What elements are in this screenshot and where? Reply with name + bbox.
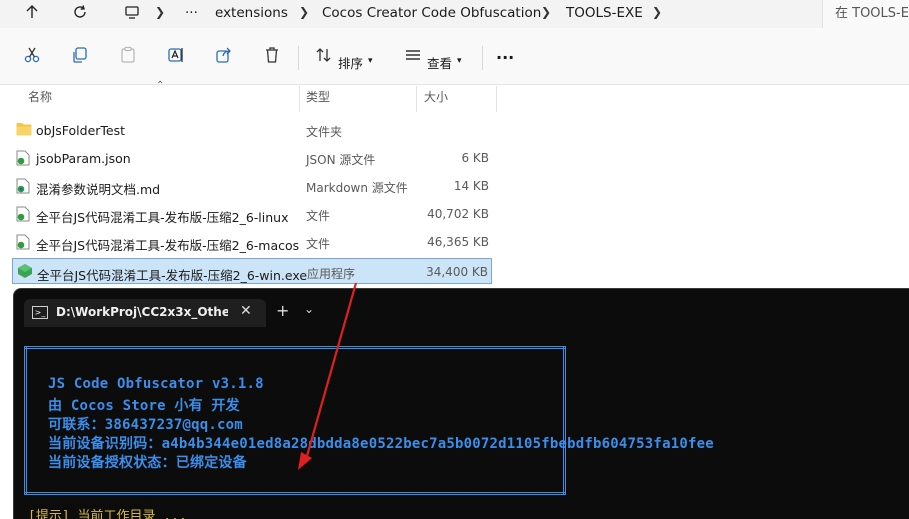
- copy-icon[interactable]: [68, 46, 92, 68]
- new-tab-icon[interactable]: +: [276, 301, 289, 320]
- breadcrumb-extensions[interactable]: extensions: [215, 5, 288, 21]
- file-type: 文件: [306, 209, 331, 223]
- file-name: 混淆参数说明文档.md: [36, 182, 161, 197]
- terminal-line: 可联系：386437237@qq.com: [48, 417, 243, 433]
- refresh-icon[interactable]: [70, 4, 90, 24]
- sort-icon[interactable]: [312, 46, 336, 68]
- address-bar: ❯ ··· extensions ❯ Cocos Creator Code Ob…: [0, 0, 909, 29]
- chevron-down-icon[interactable]: ▾: [368, 56, 373, 66]
- file-size: 6 KB: [461, 151, 489, 165]
- file-row-selected[interactable]: 全平台JS代码混淆工具-发布版-压缩2_6-win.exe 应用程序 34,40…: [12, 258, 492, 284]
- file-name: 全平台JS代码混淆工具-发布版-压缩2_6-linux: [36, 210, 289, 225]
- chevron-down-icon[interactable]: ▾: [457, 56, 462, 66]
- file-row[interactable]: jsobParam.json JSON 源文件 6 KB: [12, 145, 492, 171]
- column-header-name[interactable]: 名称: [28, 88, 52, 110]
- breadcrumb-obfuscation[interactable]: Cocos Creator Code Obfuscation: [322, 5, 541, 21]
- frame-border-bottom: [24, 492, 566, 495]
- file-type: Markdown 源文件: [306, 181, 408, 195]
- file-name: jsobParam.json: [36, 151, 131, 166]
- paste-icon[interactable]: [116, 46, 140, 68]
- delete-icon[interactable]: [260, 46, 284, 68]
- chevron-right-icon[interactable]: ❯: [299, 5, 309, 19]
- close-icon[interactable]: ✕: [240, 303, 252, 319]
- column-divider[interactable]: [496, 86, 497, 112]
- share-icon[interactable]: [212, 46, 236, 68]
- file-icon: [16, 206, 30, 222]
- chevron-right-icon[interactable]: ❯: [652, 5, 662, 19]
- chevron-right-icon[interactable]: ❯: [541, 5, 551, 19]
- file-name: 全平台JS代码混淆工具-发布版-压缩2_6-macos: [36, 238, 300, 253]
- rename-icon[interactable]: [164, 46, 188, 68]
- computer-icon[interactable]: [122, 4, 142, 24]
- terminal-line: 由 Cocos Store 小有 开发: [48, 398, 240, 414]
- terminal-tab-title: D:\WorkProj\CC2x3x_OtherWork: [56, 305, 228, 319]
- file-type: 应用程序: [307, 267, 356, 281]
- terminal-bottom-line: [提示] 当前工作目录 ...: [28, 509, 187, 519]
- terminal-line: 当前设备授权状态：已绑定设备: [48, 455, 247, 471]
- file-size: 40,702 KB: [427, 207, 489, 221]
- breadcrumb-tools-exe[interactable]: TOOLS-EXE: [566, 5, 643, 21]
- toolbar-divider: [298, 46, 299, 70]
- column-header-size[interactable]: 大小: [424, 88, 448, 110]
- terminal-line: JS Code Obfuscator v3.1.8: [48, 376, 264, 392]
- terminal-line: 当前设备识别码：a4b4b344e01ed8a28dbdda8e0522bec7…: [48, 436, 714, 452]
- folder-icon: [16, 122, 32, 138]
- file-size: 46,365 KB: [427, 235, 489, 249]
- exe-file-icon: [17, 263, 32, 279]
- terminal-window[interactable]: >_ D:\WorkProj\CC2x3x_OtherWork ✕ + ⌄ JS…: [14, 289, 909, 519]
- terminal-tab[interactable]: >_ D:\WorkProj\CC2x3x_OtherWork ✕: [24, 299, 266, 327]
- frame-border-left: [24, 346, 27, 495]
- up-arrow-icon[interactable]: [22, 4, 42, 24]
- file-row[interactable]: 混淆参数说明文档.md Markdown 源文件 14 KB: [12, 173, 492, 199]
- file-row[interactable]: 全平台JS代码混淆工具-发布版-压缩2_6-macos 文件 46,365 KB: [12, 229, 492, 255]
- column-divider[interactable]: [416, 86, 417, 112]
- markdown-file-icon: [16, 178, 30, 194]
- file-type: JSON 源文件: [306, 153, 376, 167]
- file-icon: [16, 234, 30, 250]
- column-divider[interactable]: [299, 86, 300, 112]
- file-name: obJsFolderTest: [36, 123, 126, 138]
- file-row[interactable]: obJsFolderTest 文件夹: [12, 117, 492, 143]
- more-options-button[interactable]: ···: [496, 48, 514, 67]
- frame-border-right: [563, 346, 566, 495]
- chevron-down-icon[interactable]: ⌄: [304, 302, 314, 316]
- toolbar-divider: [482, 46, 483, 70]
- column-header-type[interactable]: 类型: [306, 88, 330, 110]
- frame-border-top: [24, 346, 566, 349]
- cut-icon[interactable]: [20, 46, 44, 68]
- file-size: 14 KB: [453, 179, 489, 193]
- json-file-icon: [16, 150, 30, 166]
- view-button[interactable]: 查看: [427, 53, 452, 72]
- file-size: 34,400 KB: [426, 265, 488, 279]
- file-row[interactable]: 全平台JS代码混淆工具-发布版-压缩2_6-linux 文件 40,702 KB: [12, 201, 492, 227]
- file-type: 文件夹: [306, 125, 343, 139]
- sort-button[interactable]: 排序: [338, 53, 363, 72]
- file-type: 文件: [306, 237, 331, 251]
- sort-up-icon: ⌃: [156, 80, 165, 91]
- view-icon[interactable]: [401, 46, 425, 68]
- command-toolbar: 排序 ▾ 查看 ▾ ···: [0, 28, 909, 85]
- chevron-right-icon[interactable]: ❯: [155, 5, 165, 19]
- breadcrumb-more[interactable]: ···: [185, 5, 198, 21]
- search-input[interactable]: 在 TOOLS-EXE 中搜索: [822, 0, 909, 28]
- terminal-icon: >_: [32, 306, 48, 319]
- file-name: 全平台JS代码混淆工具-发布版-压缩2_6-win.exe: [37, 268, 308, 283]
